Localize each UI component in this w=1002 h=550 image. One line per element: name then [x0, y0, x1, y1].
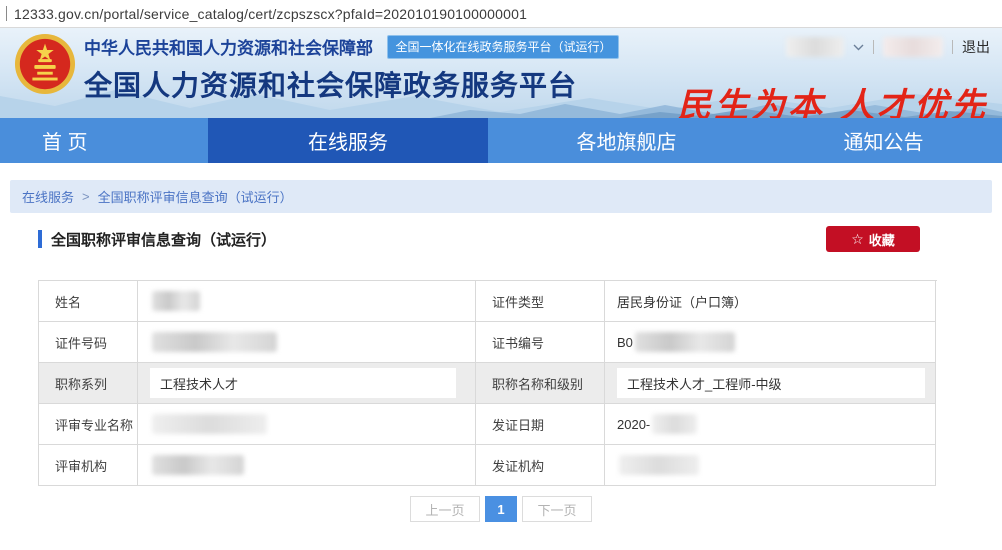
ministry-name: 中华人民共和国人力资源和社会保障部 — [84, 39, 373, 58]
divider — [952, 40, 953, 54]
id-number-value — [138, 322, 476, 363]
logout-link[interactable]: 退出 — [962, 37, 990, 57]
title-name-level-cell — [605, 363, 936, 404]
result-table: 姓名 证件类型 居民身份证（户口簿） 证件号码 证书编号 B0 职称系列 职称名… — [38, 280, 937, 486]
main-nav: 首 页 在线服务 各地旗舰店 通知公告 — [0, 118, 1002, 163]
title-series-cell — [138, 363, 476, 404]
nav-item-notices[interactable]: 通知公告 — [765, 118, 1002, 163]
review-major-value — [138, 404, 476, 445]
title-name-level-label: 职称名称和级别 — [476, 363, 605, 404]
review-org-value — [138, 445, 476, 486]
platform-badge: 全国一体化在线政务服务平台（试运行） — [387, 35, 619, 59]
issue-date-redacted — [652, 414, 697, 434]
user-item-redacted — [883, 37, 943, 57]
issue-org-redacted — [619, 455, 699, 475]
name-label: 姓名 — [39, 281, 138, 322]
slogan-calligraphy: 民生为本 人才优先 — [677, 78, 988, 118]
cert-number-value: B0 — [605, 322, 936, 363]
issue-org-value — [605, 445, 936, 486]
id-number-label: 证件号码 — [39, 322, 138, 363]
cert-number-redacted — [635, 332, 735, 352]
text-cursor — [6, 6, 7, 21]
breadcrumb-current-page: 全国职称评审信息查询（试运行） — [98, 187, 293, 206]
cert-number-label: 证书编号 — [476, 322, 605, 363]
title-series-label: 职称系列 — [39, 363, 138, 404]
national-emblem-logo — [14, 33, 76, 95]
breadcrumb-separator: > — [82, 189, 90, 204]
review-major-redacted — [152, 414, 267, 434]
nav-item-regional-stores[interactable]: 各地旗舰店 — [488, 118, 765, 163]
nav-item-online-services[interactable]: 在线服务 — [208, 118, 488, 163]
url-text[interactable]: 12333.gov.cn/portal/service_catalog/cert… — [14, 6, 527, 22]
page-title: 全国职称评审信息查询（试运行） — [51, 229, 276, 250]
star-icon: ☆ — [851, 232, 864, 246]
header-titles: 中华人民共和国人力资源和社会保障部 全国一体化在线政务服务平台（试运行） 全国人… — [84, 34, 619, 104]
next-page-button[interactable]: 下一页 — [522, 496, 592, 522]
pagination: 上一页 1 下一页 — [0, 496, 1002, 522]
breadcrumb: 在线服务 > 全国职称评审信息查询（试运行） — [10, 180, 992, 213]
page-title-row: 全国职称评审信息查询（试运行） ☆ 收藏 — [0, 225, 1002, 253]
id-number-redacted — [152, 332, 277, 352]
title-accent-bar — [38, 230, 42, 248]
issue-date-label: 发证日期 — [476, 404, 605, 445]
favorite-label: 收藏 — [869, 230, 895, 249]
site-header: 中华人民共和国人力资源和社会保障部 全国一体化在线政务服务平台（试运行） 全国人… — [0, 27, 1002, 118]
chevron-down-icon[interactable] — [853, 44, 864, 51]
id-type-value: 居民身份证（户口簿） — [605, 281, 936, 322]
header-user-area: 退出 — [786, 37, 990, 57]
divider — [873, 40, 874, 54]
platform-title: 全国人力资源和社会保障政务服务平台 — [84, 64, 619, 104]
favorite-button[interactable]: ☆ 收藏 — [826, 226, 920, 252]
name-redacted — [152, 291, 200, 311]
issue-org-label: 发证机构 — [476, 445, 605, 486]
name-value — [138, 281, 476, 322]
prev-page-button[interactable]: 上一页 — [410, 496, 480, 522]
title-name-level-input[interactable] — [617, 368, 925, 398]
current-page-button[interactable]: 1 — [485, 496, 517, 522]
review-major-label: 评审专业名称 — [39, 404, 138, 445]
title-series-input[interactable] — [150, 368, 456, 398]
review-org-redacted — [152, 455, 244, 475]
nav-item-home[interactable]: 首 页 — [0, 118, 208, 163]
review-org-label: 评审机构 — [39, 445, 138, 486]
id-type-label: 证件类型 — [476, 281, 605, 322]
browser-address-bar[interactable]: 12333.gov.cn/portal/service_catalog/cert… — [0, 0, 1002, 27]
breadcrumb-link-online-services[interactable]: 在线服务 — [22, 187, 74, 206]
username-redacted — [786, 37, 844, 57]
issue-date-value: 2020- — [605, 404, 936, 445]
